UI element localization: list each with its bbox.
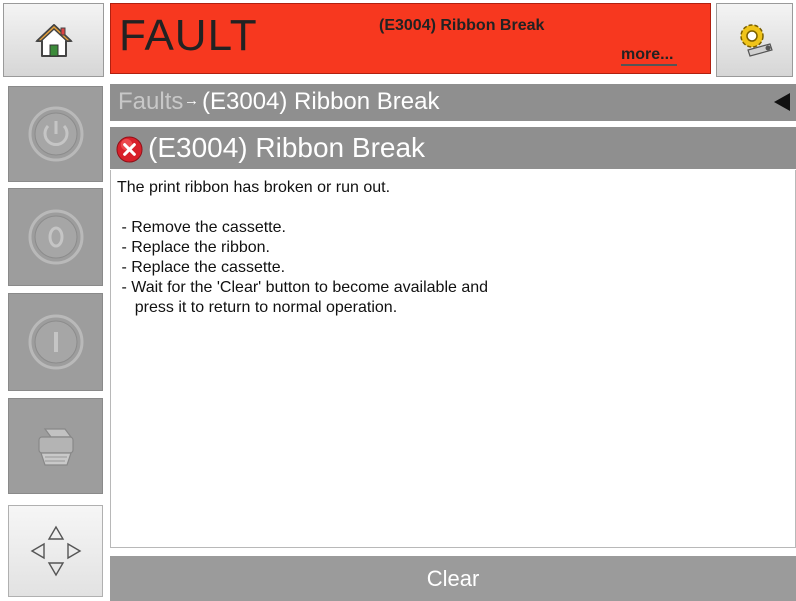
fault-title: (E3004) Ribbon Break [148, 132, 426, 163]
description-line: - Replace the ribbon. [117, 239, 270, 256]
back-triangle-icon [774, 93, 790, 111]
breadcrumb: Faults → (E3004) Ribbon Break [110, 84, 796, 121]
settings-button[interactable] [716, 3, 793, 77]
back-button[interactable] [770, 90, 794, 114]
error-x-icon [116, 136, 143, 163]
description-line [117, 198, 795, 218]
power-button[interactable] [8, 86, 103, 182]
home-button[interactable] [3, 3, 104, 77]
description-line: - Remove the cassette. [117, 219, 286, 236]
fault-detail-header: (E3004) Ribbon Break [110, 127, 796, 169]
printer-icon [37, 428, 74, 466]
breadcrumb-separator: → [184, 92, 199, 109]
stop-button[interactable] [8, 188, 103, 286]
fault-code-text: (E3004) Ribbon Break [379, 17, 545, 34]
sidebar [0, 80, 106, 601]
breadcrumb-current: (E3004) Ribbon Break [202, 88, 440, 115]
navigate-button[interactable] [8, 505, 103, 597]
description-line: - Wait for the 'Clear' button to become … [117, 279, 489, 296]
power-icon [28, 106, 83, 162]
start-icon [28, 314, 83, 370]
stop-icon [28, 209, 83, 265]
start-button[interactable] [8, 293, 103, 391]
description-line: - Replace the cassette. [117, 259, 286, 276]
more-link[interactable]: more... [621, 46, 678, 66]
fault-description: The print ribbon has broken or run out. … [110, 170, 796, 548]
clear-button[interactable]: Clear [110, 556, 796, 601]
home-icon [34, 23, 73, 57]
settings-gear-icon [739, 24, 773, 57]
status-word: FAULT [119, 11, 258, 60]
description-line: press it to return to normal operation. [117, 299, 398, 316]
print-button[interactable] [8, 398, 103, 494]
breadcrumb-root[interactable]: Faults [118, 88, 183, 116]
fault-status-bar[interactable]: FAULT (E3004) Ribbon Break more... [110, 3, 711, 74]
description-line: The print ribbon has broken or run out. [117, 179, 391, 196]
navigate-arrows-icon [30, 525, 81, 577]
